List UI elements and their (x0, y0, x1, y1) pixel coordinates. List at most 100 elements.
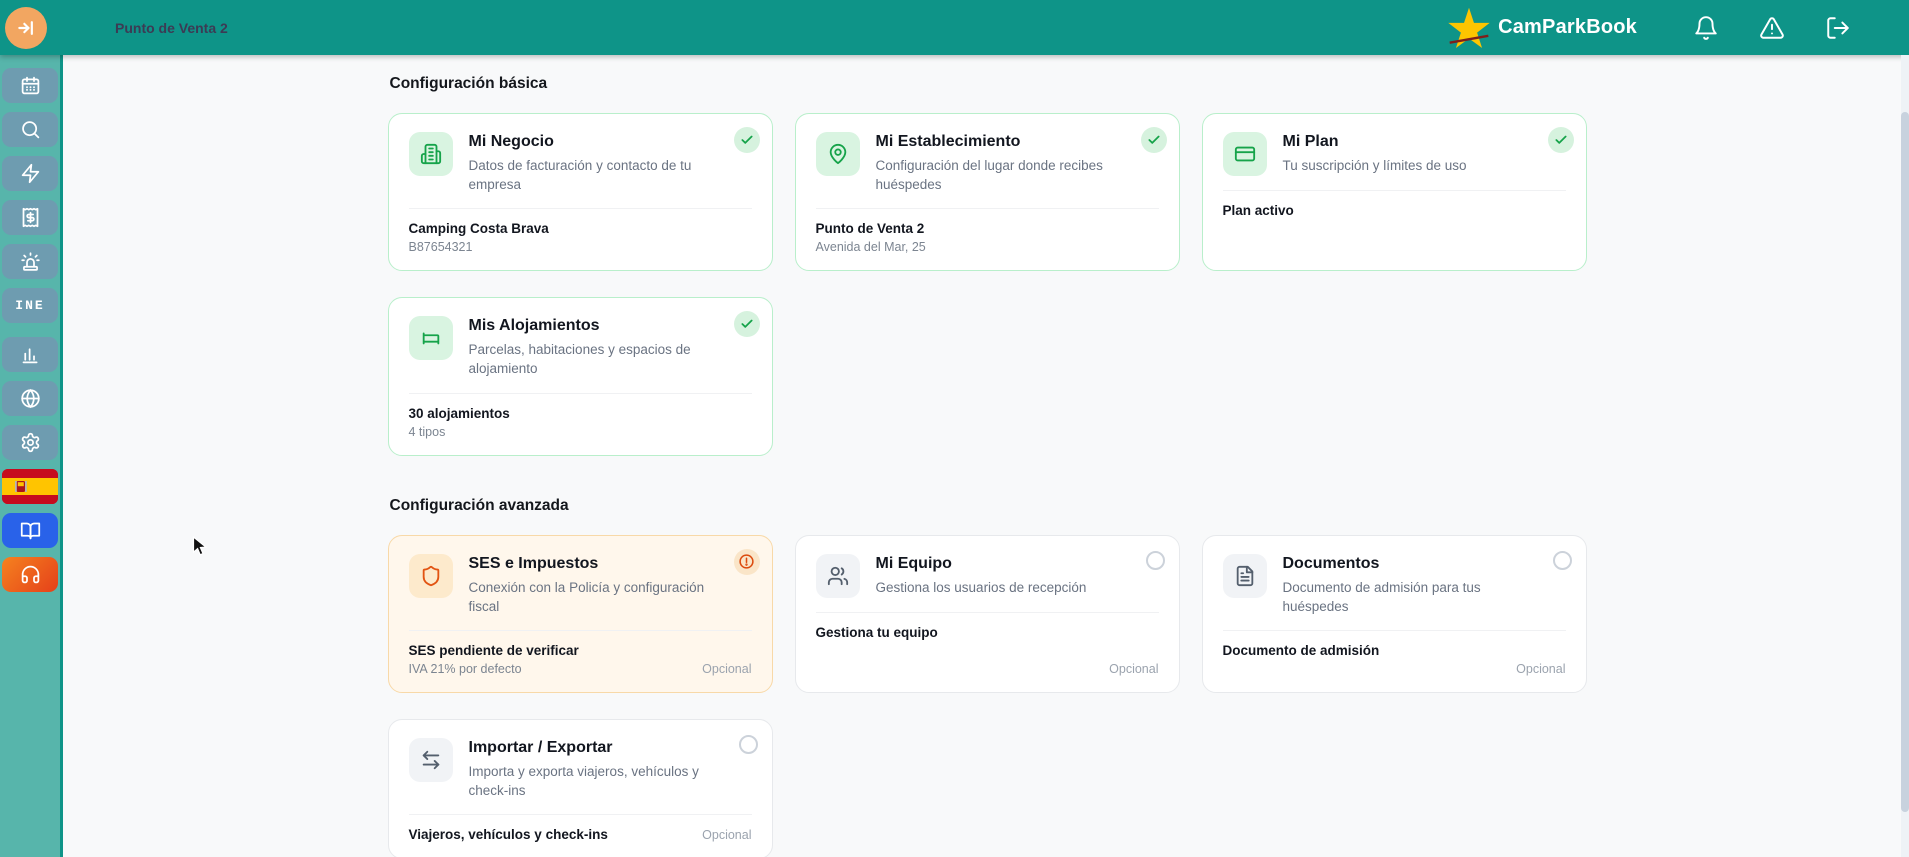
card-description: Tu suscripción y límites de uso (1282, 158, 1467, 173)
search-icon (20, 119, 41, 140)
calendar-icon (20, 75, 41, 96)
map-pin-icon (815, 132, 860, 176)
card-title: Mi Plan (1282, 133, 1339, 150)
optional-tag: Opcional (702, 828, 752, 843)
spain-flag-icon (2, 469, 58, 504)
scrollbar-thumb[interactable] (1901, 112, 1909, 812)
card-title: Importar / Exportar (468, 738, 613, 756)
card-footer-primary: Documento de admisión (1222, 642, 1380, 658)
card-footer-secondary: Avenida del Mar, 25 (815, 240, 926, 255)
card-mi-establecimiento[interactable]: Mi Establecimiento Configuración del lug… (794, 113, 1180, 272)
alert-badge (733, 548, 760, 575)
card-footer-primary: SES pendiente de verificar (408, 642, 579, 658)
optional-tag: Opcional (1516, 661, 1566, 676)
users-icon (815, 553, 860, 598)
sidebar-item-receipts[interactable] (2, 200, 58, 235)
document-icon (1222, 553, 1267, 598)
card-title: Mis Alojamientos (468, 317, 600, 335)
basic-config-grid: Mi Negocio Datos de facturación y contac… (387, 113, 1588, 456)
ine-label: INE (15, 298, 45, 313)
card-footer-primary: Gestiona tu equipo (815, 624, 938, 640)
scrollbar-track[interactable] (1901, 55, 1909, 857)
optional-tag: Opcional (702, 661, 752, 676)
sidebar-item-guide[interactable] (2, 513, 58, 548)
alert-triangle-icon[interactable] (1759, 15, 1785, 41)
card-footer-primary: Plan activo (1222, 203, 1294, 218)
section-title-advanced: Configuración avanzada (389, 496, 569, 514)
card-mi-negocio[interactable]: Mi Negocio Datos de facturación y contac… (387, 113, 773, 272)
check-badge (733, 127, 760, 153)
sidebar-item-alarms[interactable] (2, 244, 58, 279)
sidebar-item-quick-actions[interactable] (2, 156, 58, 191)
brand-logo[interactable]: CamParkBook (1446, 5, 1637, 51)
advanced-config-grid: SES e Impuestos Conexión con la Policía … (387, 534, 1588, 857)
building-icon (408, 132, 453, 176)
divider (815, 208, 1159, 210)
sidebar-item-search[interactable] (2, 112, 58, 147)
check-badge (1547, 127, 1574, 153)
divider (408, 392, 752, 394)
card-description: Gestiona los usuarios de recepción (875, 579, 1087, 595)
optional-tag: Opcional (1109, 661, 1159, 676)
card-title: Mi Negocio (468, 133, 554, 150)
divider (408, 208, 752, 210)
sidebar-collapse-button[interactable] (5, 6, 47, 49)
bell-icon[interactable] (1693, 15, 1719, 41)
pending-badge (738, 734, 758, 754)
card-description: Datos de facturación y contacto de tu em… (468, 158, 692, 193)
book-open-icon (20, 520, 41, 541)
card-footer-primary: Punto de Venta 2 (815, 221, 925, 237)
sidebar-item-settings[interactable] (2, 425, 58, 460)
sidebar-item-language-spanish[interactable] (2, 469, 58, 504)
card-footer-primary: Camping Costa Brava (408, 221, 549, 237)
card-documentos[interactable]: Documentos Documento de admisión para tu… (1201, 534, 1587, 693)
sidebar-item-ine[interactable]: INE (2, 288, 58, 323)
card-importar-exportar[interactable]: Importar / Exportar Importa y exporta vi… (387, 718, 773, 857)
card-ses-impuestos[interactable]: SES e Impuestos Conexión con la Policía … (387, 534, 773, 693)
divider (815, 611, 1159, 613)
card-description: Parcelas, habitaciones y espacios de alo… (468, 342, 691, 377)
card-footer-secondary: B87654321 (408, 240, 473, 255)
shield-icon (408, 553, 453, 598)
header-actions (1693, 15, 1851, 41)
headphones-icon (20, 564, 41, 585)
credit-card-icon (1222, 132, 1267, 176)
globe-icon (20, 388, 41, 409)
card-mi-plan[interactable]: Mi Plan Tu suscripción y límites de uso … (1201, 113, 1587, 272)
check-badge (733, 311, 760, 338)
bar-chart-icon (20, 344, 41, 365)
receipt-dollar-icon (20, 207, 41, 228)
sidebar-item-support[interactable] (2, 557, 58, 592)
card-mi-equipo[interactable]: Mi Equipo Gestiona los usuarios de recep… (794, 534, 1180, 693)
top-header: Punto de Venta 2 CamParkBook (0, 0, 1909, 55)
left-sidebar: INE (0, 55, 63, 857)
card-footer-secondary: IVA 21% por defecto (408, 661, 522, 676)
card-mis-alojamientos[interactable]: Mis Alojamientos Parcelas, habitaciones … (387, 297, 773, 456)
divider (408, 629, 752, 631)
card-title: SES e Impuestos (468, 554, 599, 572)
sidebar-item-calendar[interactable] (2, 68, 58, 103)
pending-badge (1552, 550, 1572, 570)
bed-icon (408, 316, 453, 361)
siren-icon (20, 251, 41, 272)
card-title: Mi Establecimiento (875, 133, 1021, 150)
check-badge (1140, 127, 1167, 153)
main-content: Configuración básica Mi Negocio Datos de… (66, 55, 1909, 857)
sidebar-item-web[interactable] (2, 381, 58, 416)
section-title-basic: Configuración básica (389, 75, 548, 92)
card-title: Mi Equipo (875, 554, 952, 572)
lightning-icon (20, 163, 41, 184)
card-title: Documentos (1282, 554, 1380, 572)
gear-icon (20, 432, 41, 453)
card-description: Importa y exporta viajeros, vehículos y … (468, 763, 699, 799)
card-description: Conexión con la Policía y configuración … (468, 579, 705, 614)
card-footer-primary: 30 alojamientos (408, 405, 510, 421)
logout-icon[interactable] (1825, 15, 1851, 41)
star-logo-icon (1446, 5, 1492, 51)
card-footer-secondary: 4 tipos (408, 424, 446, 439)
import-export-icon (408, 737, 453, 782)
divider (1222, 190, 1566, 191)
sidebar-item-stats[interactable] (2, 337, 58, 372)
divider (408, 814, 752, 816)
brand-name: CamParkBook (1498, 16, 1637, 38)
